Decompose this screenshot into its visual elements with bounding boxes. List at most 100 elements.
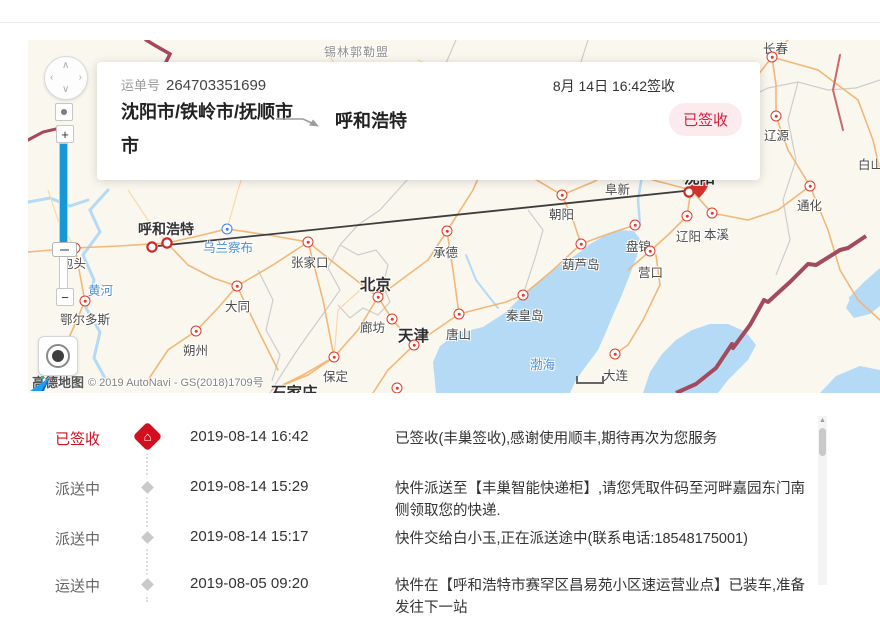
timeline-status: 运送中 bbox=[55, 575, 100, 596]
poi-marker-icon bbox=[767, 52, 778, 63]
poi-marker-icon bbox=[442, 226, 453, 237]
poi-marker-icon bbox=[557, 190, 568, 201]
timeline-time: 2019-08-14 15:29 bbox=[190, 478, 308, 495]
map-city-label: 保定 bbox=[323, 366, 348, 385]
poi-marker-icon bbox=[645, 246, 656, 257]
map-city-label: 白山 bbox=[858, 154, 880, 173]
timeline-time: 2019-08-05 09:20 bbox=[190, 575, 308, 592]
timeline-status: 派送中 bbox=[55, 478, 100, 499]
map-city-label: 大同 bbox=[225, 296, 250, 315]
locate-icon bbox=[46, 344, 70, 368]
map-city-label: 本溪 bbox=[704, 224, 729, 243]
scrollbar-up-arrow-icon[interactable]: ▲ bbox=[818, 416, 827, 426]
map-city-label: 呼和浩特 bbox=[138, 219, 194, 239]
map-city-label: 秦皇岛 bbox=[506, 305, 544, 324]
timeline-time: 2019-08-14 15:17 bbox=[190, 528, 308, 545]
signed-time: 8月 14日 16:42签收 bbox=[553, 76, 675, 96]
pan-right-icon[interactable]: › bbox=[79, 73, 82, 83]
route-arrow-icon bbox=[273, 112, 325, 132]
slider-handle-dash-icon bbox=[60, 249, 69, 251]
timeline-time: 2019-08-14 16:42 bbox=[190, 428, 308, 445]
timeline-node-icon bbox=[141, 481, 154, 494]
poi-marker-icon bbox=[630, 220, 641, 231]
timeline-description: 快件派送至【丰巢智能快递柜】,请您凭取件码至河畔嘉园东门南侧领取您的快递. bbox=[395, 478, 815, 522]
map-city-label: 唐山 bbox=[446, 324, 471, 343]
zoom-slider[interactable] bbox=[59, 143, 68, 289]
timeline-row: 运送中 2019-08-05 09:20 快件在【呼和浩特市赛罕区昌易苑小区速运… bbox=[0, 575, 812, 599]
korea-bay-water bbox=[846, 268, 880, 318]
timeline-description: 快件交给白小玉,正在派送途中(联系电话:18548175001) bbox=[395, 528, 815, 550]
map-scale-bar bbox=[576, 376, 604, 384]
map-city-label: 廊坊 bbox=[360, 317, 385, 336]
map-city-label: 辽源 bbox=[764, 125, 789, 144]
poi-marker-icon bbox=[232, 281, 243, 292]
poi-marker-icon bbox=[771, 111, 782, 122]
poi-marker-icon bbox=[392, 383, 403, 394]
map-city-label: 朔州 bbox=[183, 340, 208, 359]
pan-down-icon[interactable]: ∨ bbox=[62, 85, 69, 95]
timeline-status: 已签收 bbox=[55, 428, 100, 449]
map-city-label: 朝阳 bbox=[549, 204, 574, 223]
zoom-slider-fill bbox=[60, 144, 67, 244]
poi-marker-icon bbox=[610, 349, 621, 360]
map-city-label: 渤海 bbox=[530, 354, 555, 373]
poi-marker-icon bbox=[805, 181, 816, 192]
corner-water bbox=[820, 366, 880, 393]
poi-marker-icon bbox=[387, 314, 398, 325]
timeline-status: 派送中 bbox=[55, 528, 100, 549]
pan-left-icon[interactable]: ‹ bbox=[50, 73, 53, 83]
map-pan-control[interactable]: ∧ ∨ ‹ › bbox=[44, 56, 88, 100]
zoom-in-button[interactable]: + bbox=[56, 125, 74, 143]
tracking-timeline: 已签收 2019-08-14 16:42 已签收(丰巢签收),感谢使用顺丰,期待… bbox=[0, 410, 812, 585]
timeline-row: 派送中 2019-08-14 15:17 快件交给白小玉,正在派送途中(联系电话… bbox=[0, 528, 812, 552]
map-city-label: 石家庄 bbox=[271, 381, 318, 393]
locate-me-button[interactable] bbox=[38, 336, 78, 376]
page-header bbox=[0, 0, 880, 23]
poi-marker-icon bbox=[409, 340, 420, 351]
zoom-out-button[interactable]: − bbox=[56, 288, 74, 306]
map-city-label: 阜新 bbox=[605, 179, 630, 198]
map-city-label: 鄂尔多斯 bbox=[60, 309, 110, 328]
poi-marker-icon bbox=[222, 224, 233, 235]
poi-marker-icon bbox=[191, 326, 202, 337]
poi-marker-icon bbox=[329, 352, 340, 363]
locate-icon-core bbox=[52, 350, 64, 362]
waybill-row: 运单号 264703351699 bbox=[121, 75, 266, 94]
timeline-scrollbar[interactable]: ▲ bbox=[818, 416, 827, 585]
map-city-label: 大连 bbox=[603, 365, 628, 384]
map-city-label: 黄河 bbox=[88, 280, 113, 299]
map-city-label: 承德 bbox=[433, 242, 458, 261]
poi-marker-icon bbox=[682, 211, 693, 222]
map-city-label: 乌兰察布 bbox=[203, 237, 253, 256]
map-city-label: 锡林郭勒盟 bbox=[324, 43, 389, 60]
map-city-label: 通化 bbox=[797, 195, 822, 214]
poi-marker-icon bbox=[707, 208, 718, 219]
map-overview-button[interactable] bbox=[55, 103, 73, 121]
map-city-label: 辽阳 bbox=[676, 226, 701, 245]
pan-up-icon[interactable]: ∧ bbox=[62, 61, 69, 71]
timeline-row: 已签收 2019-08-14 16:42 已签收(丰巢签收),感谢使用顺丰,期待… bbox=[0, 428, 812, 452]
poi-marker-icon bbox=[576, 239, 587, 250]
waybill-number: 264703351699 bbox=[166, 77, 266, 94]
map-city-label: 张家口 bbox=[291, 252, 329, 271]
timeline-description: 已签收(丰巢签收),感谢使用顺丰,期待再次为您服务 bbox=[395, 428, 815, 450]
destination-city: 呼和浩特 bbox=[335, 107, 407, 133]
poi-marker-icon bbox=[454, 309, 465, 320]
map-city-label: 葫芦岛 bbox=[562, 254, 600, 273]
scrollbar-thumb[interactable] bbox=[819, 428, 826, 456]
timeline-description: 快件在【呼和浩特市赛罕区昌易苑小区速运营业点】已装车,准备发往下一站 bbox=[395, 575, 815, 619]
poi-marker-icon bbox=[80, 296, 91, 307]
shipment-summary-card: 运单号264703351699 8月 14日 16:42签收 沈阳市/铁岭市/抚… bbox=[97, 62, 760, 180]
poi-marker-icon bbox=[373, 292, 384, 303]
status-badge: 已签收 bbox=[669, 103, 742, 136]
poi-marker-icon bbox=[303, 237, 314, 248]
zoom-slider-handle[interactable] bbox=[52, 242, 77, 257]
map-city-label: 营口 bbox=[638, 262, 663, 281]
poi-marker-icon bbox=[518, 290, 529, 301]
overview-dot-icon bbox=[61, 109, 67, 115]
timeline-node-icon bbox=[141, 531, 154, 544]
timeline-row: 派送中 2019-08-14 15:29 快件派送至【丰巢智能快递柜】,请您凭取… bbox=[0, 478, 812, 502]
waybill-label: 运单号 bbox=[121, 78, 160, 93]
map-copyright: © 2019 AutoNavi - GS(2018)1709号 bbox=[88, 374, 264, 390]
timeline-node-icon bbox=[133, 422, 163, 452]
